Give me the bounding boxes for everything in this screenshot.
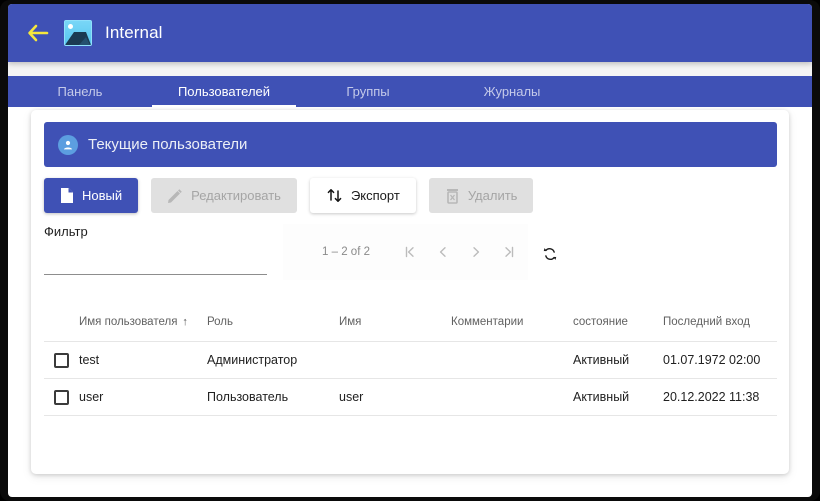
app-title: Internal (105, 23, 163, 42)
users-card: Текущие пользователи Новый Редактировать… (31, 110, 789, 474)
column-header-role[interactable]: Роль (207, 316, 339, 328)
new-button[interactable]: Новый (44, 178, 139, 213)
row-checkbox[interactable] (54, 352, 69, 368)
sort-ascending-icon: ↑ (182, 315, 188, 328)
cell-role: Администратор (207, 353, 298, 367)
cell-last-login: 01.07.1972 02:00 (663, 353, 761, 367)
column-header-label: Последний вход (663, 315, 750, 328)
app-page: Internal Панель Пользователей Группы Жур… (8, 4, 812, 497)
cell-last-login: 20.12.2022 11:38 (663, 390, 760, 404)
filter-label: Фильтр (44, 224, 88, 239)
icon-sun (68, 24, 73, 29)
document-icon (60, 187, 74, 204)
tab-label: Панель (57, 84, 103, 99)
edit-button[interactable]: Редактировать (151, 178, 297, 213)
row-select-cell (44, 352, 79, 368)
filter-field-wrapper: Фильтр (44, 224, 267, 275)
cell-name: user (339, 390, 364, 404)
cell-username: user (79, 390, 104, 404)
card-header: Текущие пользователи (44, 122, 777, 167)
trash-icon (445, 188, 460, 204)
cell-state: Активный (573, 390, 630, 404)
back-arrow-icon[interactable] (24, 19, 52, 47)
users-table: Имя пользователя ↑ Роль Имя Комментарии … (44, 302, 777, 416)
app-header-bar: Internal (8, 4, 812, 62)
icon-mountain-small (79, 37, 90, 45)
tab-panel[interactable]: Панель (8, 76, 152, 107)
header-gap-strip (8, 62, 812, 76)
image-placeholder-icon (64, 20, 92, 46)
row-select-cell (44, 389, 79, 405)
paginator-range-label: 1 – 2 of 2 (322, 246, 370, 258)
column-header-name[interactable]: Имя (339, 316, 451, 328)
user-circle-icon (58, 134, 78, 155)
pencil-icon (167, 188, 183, 204)
column-header-label: состояние (573, 315, 628, 328)
tab-label: Группы (346, 84, 390, 99)
new-button-label: Новый (82, 188, 123, 203)
last-page-icon[interactable] (493, 237, 524, 268)
tab-logs[interactable]: Журналы (440, 76, 584, 107)
previous-page-icon[interactable] (427, 237, 458, 268)
delete-button[interactable]: Удалить (428, 178, 534, 213)
paginator: 1 – 2 of 2 (283, 224, 528, 280)
tab-users[interactable]: Пользователей (152, 76, 296, 107)
screenshot-frame: Internal Панель Пользователей Группы Жур… (0, 0, 820, 501)
next-page-icon[interactable] (460, 237, 491, 268)
table-row[interactable]: test Администратор Активный 01.07.1972 0… (44, 342, 777, 379)
column-header-label: Имя пользователя (79, 315, 178, 328)
filter-input[interactable] (44, 245, 267, 275)
tab-groups[interactable]: Группы (296, 76, 440, 107)
cell-state: Активный (573, 353, 630, 367)
cell-role: Пользователь (207, 390, 289, 404)
column-header-state[interactable]: состояние (573, 316, 663, 328)
export-button-label: Экспорт (350, 188, 400, 203)
card-toolbar: Новый Редактировать Экспорт Удалить (44, 178, 534, 213)
column-header-last-login[interactable]: Последний вход (663, 316, 777, 328)
column-header-label: Имя (339, 315, 362, 328)
tab-bar: Панель Пользователей Группы Журналы (8, 76, 812, 107)
tab-label: Пользователей (177, 84, 271, 99)
export-button[interactable]: Экспорт (309, 178, 416, 213)
first-page-icon[interactable] (394, 237, 425, 268)
table-row[interactable]: user Пользователь user Активный 20.12.20… (44, 379, 777, 416)
card-header-title: Текущие пользователи (88, 136, 248, 153)
column-header-label: Роль (207, 315, 234, 328)
edit-button-label: Редактировать (191, 188, 281, 203)
tab-label: Журналы (483, 84, 541, 99)
column-header-comments[interactable]: Комментарии (451, 316, 573, 328)
column-header-username[interactable]: Имя пользователя ↑ (79, 316, 207, 328)
row-checkbox[interactable] (54, 389, 69, 405)
sort-arrows-icon (326, 187, 343, 204)
cell-username: test (79, 353, 100, 367)
table-header-row: Имя пользователя ↑ Роль Имя Комментарии … (44, 302, 777, 342)
delete-button-label: Удалить (467, 188, 518, 203)
column-header-label: Комментарии (451, 315, 524, 328)
refresh-icon[interactable] (536, 240, 564, 268)
